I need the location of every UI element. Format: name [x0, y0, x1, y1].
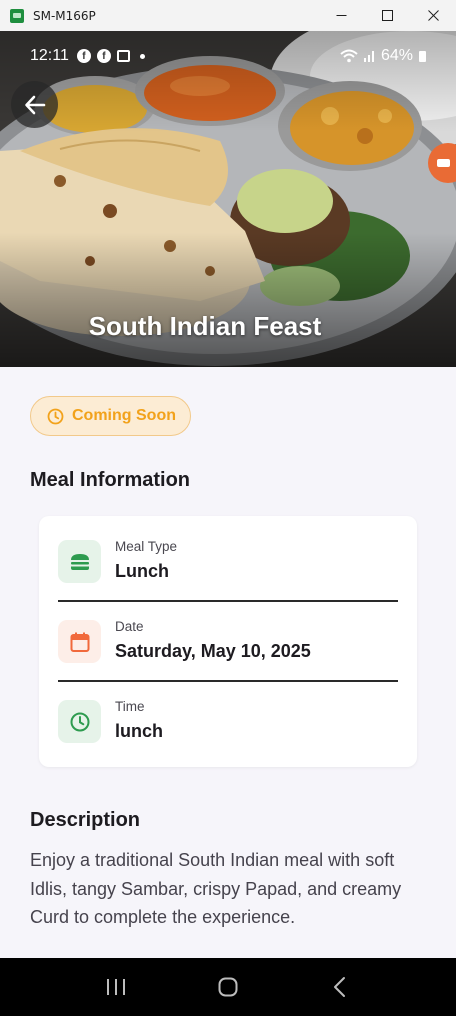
overlay-handle-icon	[437, 159, 450, 167]
description-text: Enjoy a traditional South Indian meal wi…	[30, 850, 402, 927]
clock-icon	[47, 408, 64, 424]
meal-info-card: Meal Type Lunch Date Saturday, May 10, 2…	[39, 516, 417, 767]
maximize-icon	[381, 10, 393, 21]
window-title: SM-M166P	[33, 8, 96, 23]
time-label: Time	[115, 699, 145, 714]
maximize-button[interactable]	[364, 0, 410, 31]
status-time: 12:11	[30, 47, 69, 64]
minimize-button[interactable]	[318, 0, 364, 31]
meal-title: South Indian Feast	[88, 311, 322, 341]
clock-icon-box	[58, 700, 101, 743]
recents-button[interactable]	[96, 967, 136, 1007]
battery-percent: 64%	[380, 47, 413, 64]
time-value: lunch	[115, 721, 163, 741]
burger-icon	[70, 553, 89, 570]
hero-image: 12:11 f f 64% South Indian Feast	[0, 31, 456, 367]
divider	[58, 680, 398, 682]
meal-info-heading: Meal Information	[30, 469, 191, 491]
facebook-icon: f	[96, 49, 111, 63]
signal-icon	[363, 51, 374, 62]
recents-icon	[107, 979, 125, 995]
battery-icon	[419, 50, 426, 62]
more-notifications-icon	[139, 53, 145, 59]
navigation-bar	[0, 958, 456, 1016]
back-button[interactable]	[11, 81, 58, 128]
phone-screen: 12:11 f f 64% South Indian Feast Coming …	[0, 31, 456, 1016]
date-label: Date	[115, 619, 144, 634]
system-status: 64%	[339, 47, 426, 65]
nav-back-button[interactable]	[320, 967, 360, 1007]
meal-type-row: Meal Type Lunch	[58, 536, 398, 596]
status-badge: Coming Soon	[30, 396, 191, 436]
home-button[interactable]	[208, 967, 248, 1007]
notification-icons: f f	[76, 49, 145, 63]
status-bar: 12:11 f f 64%	[0, 43, 456, 69]
meal-type-label: Meal Type	[115, 539, 178, 554]
divider	[58, 600, 398, 602]
clock-icon	[70, 712, 89, 731]
calendar-icon	[70, 632, 89, 652]
image-icon	[116, 50, 130, 62]
home-icon	[218, 977, 238, 997]
app-icon	[10, 8, 24, 23]
meal-type-value: Lunch	[115, 561, 169, 581]
close-icon	[427, 10, 439, 21]
back-icon	[334, 977, 345, 997]
close-button[interactable]	[410, 0, 456, 31]
arrow-left-icon	[24, 95, 45, 114]
facebook-icon: f	[76, 49, 91, 63]
time-row: Time lunch	[58, 696, 398, 756]
status-badge-label: Coming Soon	[72, 407, 176, 424]
meal-details: Coming Soon Meal Information Meal Type L…	[0, 367, 456, 957]
calendar-icon-box	[58, 620, 101, 663]
window-titlebar: SM-M166P	[0, 0, 456, 31]
minimize-icon	[336, 15, 346, 16]
description-heading: Description	[30, 809, 141, 831]
window-controls	[318, 0, 456, 31]
date-row: Date Saturday, May 10, 2025	[58, 616, 398, 676]
wifi-icon	[340, 49, 358, 63]
burger-icon-box	[58, 540, 101, 583]
date-value: Saturday, May 10, 2025	[115, 641, 311, 661]
